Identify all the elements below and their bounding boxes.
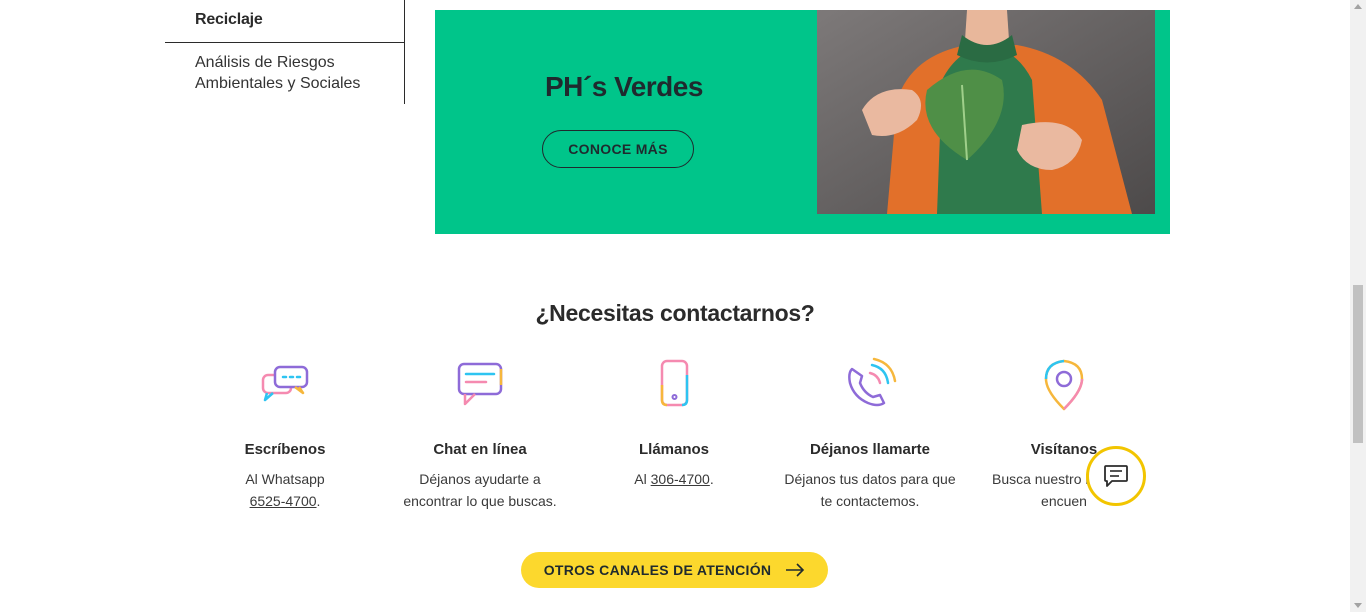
channel-chat-online[interactable]: Chat en línea Déjanos ayudarte a encontr… bbox=[390, 355, 570, 512]
channel-desc-text: Al Whatsapp bbox=[245, 471, 325, 487]
conoce-mas-button[interactable]: CONOCE MÁS bbox=[542, 130, 694, 168]
channel-description: Déjanos ayudarte a encontrar lo que busc… bbox=[403, 471, 557, 509]
page-scrollbar[interactable] bbox=[1350, 0, 1366, 612]
floating-chat-button[interactable] bbox=[1086, 446, 1146, 506]
otros-canales-button[interactable]: OTROS CANALES DE ATENCIÓN bbox=[521, 552, 828, 588]
channel-dejanos-llamarte[interactable]: Déjanos llamarte Déjanos tus datos para … bbox=[780, 355, 960, 512]
phone-number-link[interactable]: 306-4700 bbox=[651, 471, 710, 487]
channel-description: Al 306-4700. bbox=[584, 468, 764, 490]
callback-phone-icon bbox=[848, 357, 897, 407]
phone-icon bbox=[660, 359, 689, 407]
whatsapp-number-link[interactable]: 6525-4700 bbox=[250, 493, 317, 509]
whatsapp-chat-icon bbox=[261, 365, 309, 402]
contact-section-title: ¿Necesitas contactarnos? bbox=[535, 300, 815, 326]
channel-desc-text: Al bbox=[634, 471, 647, 487]
banner-photo bbox=[817, 10, 1155, 214]
channel-description: Al Whatsapp 6525-4700. bbox=[195, 468, 375, 512]
sidebar-item-reciclaje[interactable]: Reciclaje bbox=[165, 0, 405, 43]
channel-name: Déjanos llamarte bbox=[809, 441, 931, 458]
channel-name: Escríbenos bbox=[244, 441, 326, 458]
chat-bubble-icon bbox=[457, 362, 503, 406]
banner-title: PH´s Verdes bbox=[545, 71, 703, 102]
channel-name: Chat en línea bbox=[433, 441, 527, 458]
scroll-thumb[interactable] bbox=[1353, 285, 1363, 443]
channel-description: Déjanos tus datos para que te contactemo… bbox=[784, 471, 956, 509]
chat-icon bbox=[1104, 465, 1128, 487]
channel-whatsapp: Escríbenos Al Whatsapp 6525-4700. bbox=[195, 355, 375, 512]
channel-name: Llámanos bbox=[638, 441, 710, 458]
channel-desc-suffix: . bbox=[316, 493, 321, 509]
ph-verdes-banner: PH´s Verdes CONOCE MÁS bbox=[435, 10, 1170, 234]
scroll-down-arrow[interactable] bbox=[1354, 603, 1362, 608]
channel-desc-suffix: . bbox=[709, 471, 714, 487]
sidebar-nav: Reciclaje Análisis de Riesgos Ambientale… bbox=[165, 0, 405, 104]
channel-llamanos: Llámanos Al 306-4700. bbox=[584, 355, 764, 490]
sidebar-item-analisis-riesgos[interactable]: Análisis de Riesgos Ambientales y Social… bbox=[165, 43, 405, 94]
location-pin-icon bbox=[1044, 359, 1084, 411]
arrow-right-icon bbox=[786, 563, 805, 577]
woman-holding-leaf-illustration bbox=[817, 10, 1155, 214]
scroll-up-arrow[interactable] bbox=[1354, 4, 1362, 9]
otros-canales-label: OTROS CANALES DE ATENCIÓN bbox=[543, 562, 772, 578]
